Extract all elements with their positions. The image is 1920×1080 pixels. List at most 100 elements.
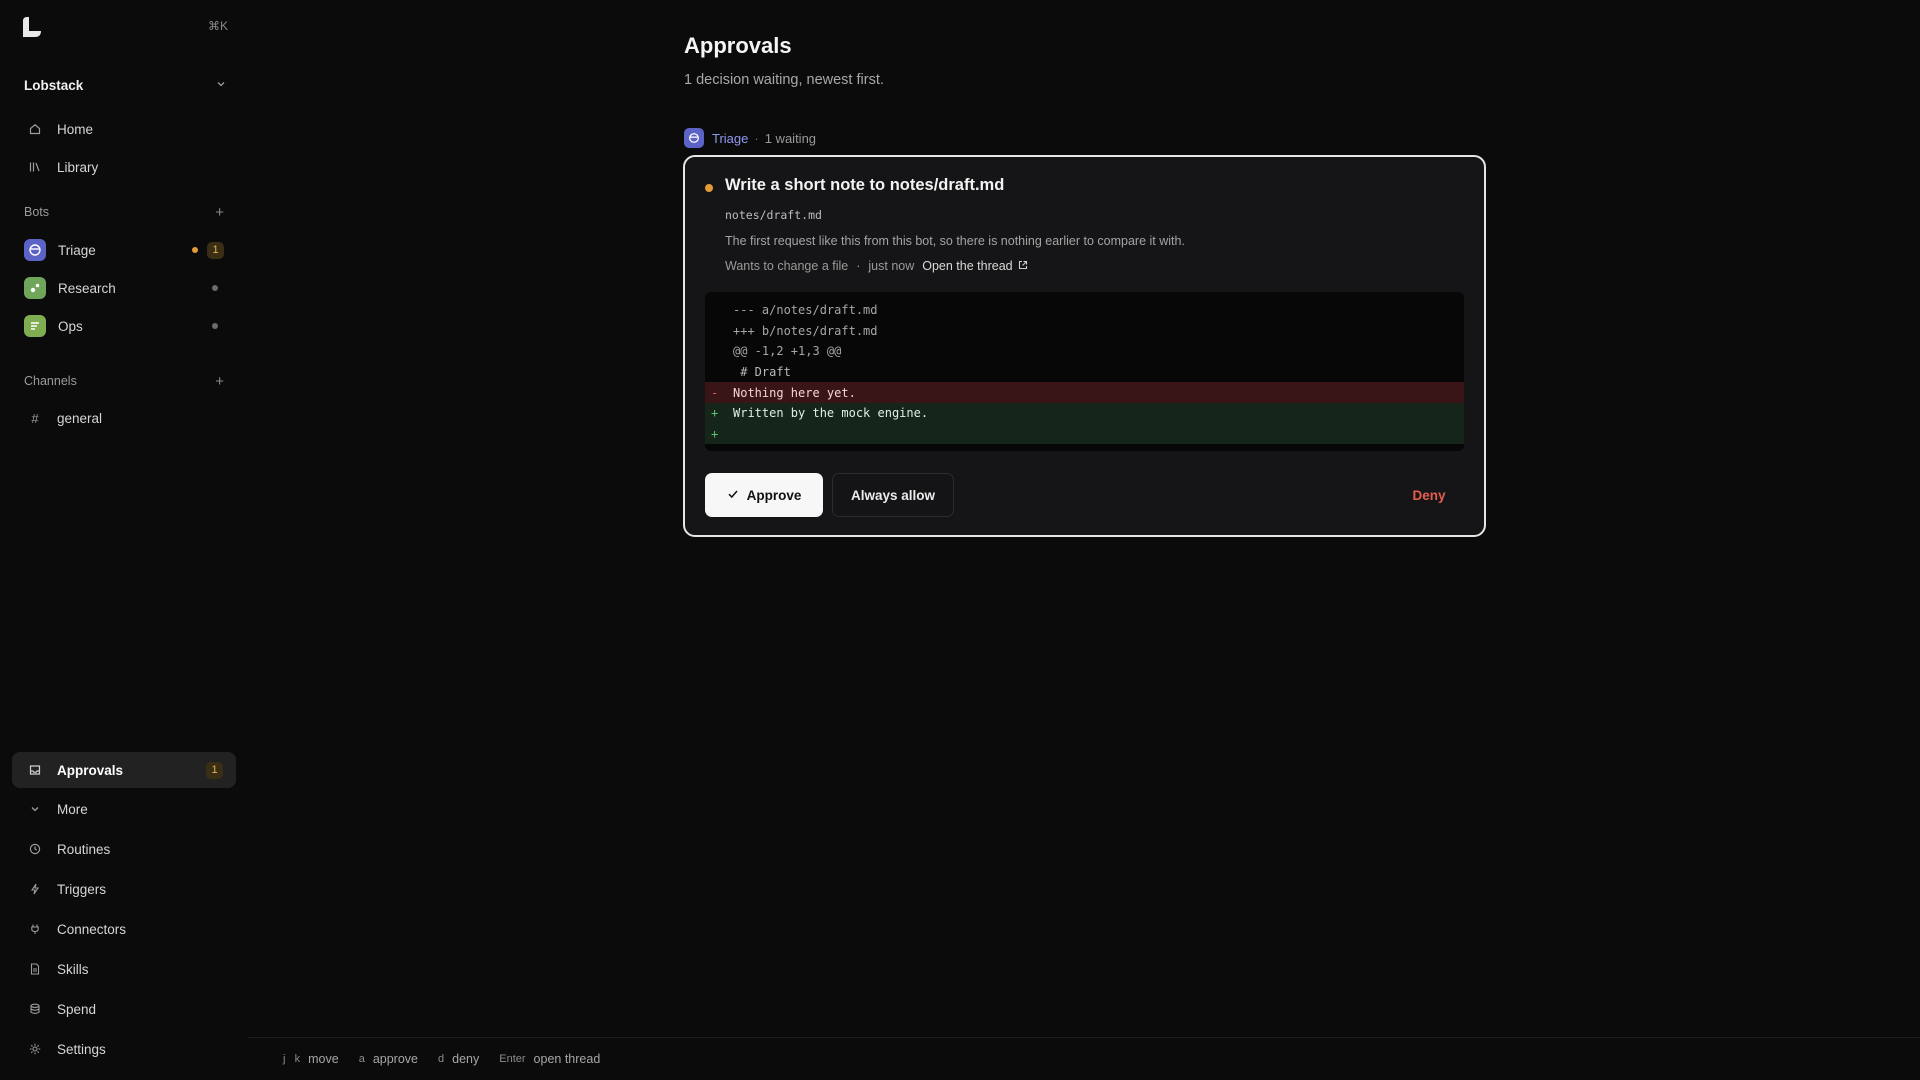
keyboard-hints-bar: j k move a approve d deny Enter open thr… — [248, 1037, 1920, 1080]
ops-avatar-icon — [24, 315, 46, 337]
open-thread-label: Open the thread — [922, 259, 1013, 273]
pending-count-badge: 1 — [207, 241, 224, 259]
sidebar-item-label: Library — [57, 159, 99, 175]
sidebar-item-skills[interactable]: Skills — [12, 953, 236, 985]
sidebar-item-home[interactable]: Home — [12, 113, 236, 145]
approval-description: The first request like this from this bo… — [725, 234, 1185, 248]
sidebar-item-label: Skills — [57, 961, 89, 977]
approval-meta: Wants to change a file · just now Open t… — [725, 259, 1028, 273]
hint-keys: a — [358, 1053, 365, 1065]
sidebar-item-spend[interactable]: Spend — [12, 993, 236, 1025]
app-logo-icon[interactable] — [20, 15, 44, 39]
hint-desc: deny — [452, 1052, 480, 1066]
approve-label: Approve — [746, 487, 802, 503]
approvals-count-badge: 1 — [206, 761, 223, 779]
gear-icon — [28, 1042, 42, 1056]
status-dot — [192, 247, 198, 253]
plug-icon — [28, 922, 42, 936]
sidebar-item-label: Routines — [57, 841, 111, 857]
diff-line-meta: --- a/notes/draft.md — [705, 300, 1464, 321]
database-icon — [28, 1002, 42, 1016]
sidebar-item-triggers[interactable]: Triggers — [12, 873, 236, 905]
diff-line-meta: +++ b/notes/draft.md — [705, 321, 1464, 342]
section-title: Bots — [24, 205, 50, 219]
channels-section-header: Channels + — [24, 372, 224, 390]
sidebar-more-toggle[interactable]: More — [12, 793, 236, 825]
timestamp: just now — [868, 259, 915, 273]
bots-section-header: Bots + — [24, 203, 224, 221]
sidebar-item-label: Research — [58, 280, 116, 296]
diff-line-context: # Draft — [705, 362, 1464, 383]
file-path: notes/draft.md — [725, 208, 822, 222]
document-icon — [28, 962, 42, 976]
hint-keys: Enter — [499, 1053, 526, 1065]
chevron-down-icon — [216, 79, 226, 92]
sidebar: ⌘K Lobstack Home Library Bots + Triage 1 — [0, 0, 248, 1080]
sidebar-item-label: Home — [57, 121, 94, 137]
diff-code: @@ -1,2 +1,3 @@ — [733, 344, 842, 359]
sidebar-item-bot-triage[interactable]: Triage 1 — [12, 234, 236, 266]
hint-desc: open thread — [533, 1052, 601, 1066]
diff-line-meta: @@ -1,2 +1,3 @@ — [705, 341, 1464, 362]
triage-avatar-icon — [24, 239, 46, 261]
hint-keys: j k — [283, 1053, 301, 1065]
workspace-switcher[interactable]: Lobstack — [24, 75, 226, 95]
add-channel-icon[interactable]: + — [215, 374, 224, 389]
sidebar-item-library[interactable]: Library — [12, 151, 236, 183]
status-dot — [212, 285, 218, 291]
triage-avatar-icon — [684, 128, 704, 148]
separator: · — [856, 259, 861, 273]
library-icon — [28, 160, 42, 174]
deny-button[interactable]: Deny — [1394, 473, 1464, 517]
clock-icon — [28, 842, 42, 856]
action-type: Wants to change a file — [725, 259, 849, 273]
diff-code: --- a/notes/draft.md — [733, 303, 878, 318]
status-dot — [212, 323, 218, 329]
hint-approve: a approve — [359, 1052, 418, 1066]
sidebar-item-label: More — [57, 801, 88, 817]
sidebar-item-settings[interactable]: Settings — [12, 1033, 236, 1065]
check-icon — [727, 488, 739, 503]
sidebar-item-label: Triggers — [57, 881, 107, 897]
always-allow-button[interactable]: Always allow — [832, 473, 954, 517]
hint-open-thread: Enter open thread — [499, 1052, 600, 1066]
diff-code: Written by the mock engine. — [733, 406, 929, 421]
sidebar-item-approvals[interactable]: Approvals 1 — [12, 752, 236, 788]
sidebar-item-label: Settings — [57, 1041, 106, 1057]
approval-card[interactable]: Write a short note to notes/draft.md not… — [683, 155, 1486, 537]
hint-desc: approve — [372, 1052, 419, 1066]
sidebar-item-bot-ops[interactable]: Ops — [12, 310, 236, 342]
hash-icon: # — [31, 410, 39, 426]
inbox-icon — [28, 763, 42, 777]
command-palette-shortcut[interactable]: ⌘K — [208, 19, 228, 33]
add-bot-icon[interactable]: + — [215, 205, 224, 220]
diff-gutter: + — [711, 426, 719, 441]
workspace-name: Lobstack — [24, 77, 84, 93]
diff-line-add: + — [705, 423, 1464, 445]
chevron-down-icon — [28, 802, 42, 816]
diff-gutter: + — [711, 406, 719, 421]
approval-group-header: Triage · 1 waiting — [684, 128, 816, 148]
section-title: Channels — [24, 374, 77, 388]
diff-view: --- a/notes/draft.md +++ b/notes/draft.md… — [705, 292, 1464, 451]
sidebar-item-label: Approvals — [57, 762, 124, 778]
diff-line-del: - Nothing here yet. — [705, 382, 1464, 403]
diff-code: Nothing here yet. — [733, 385, 856, 400]
diff-gutter: - — [711, 385, 719, 400]
page-title: Approvals — [684, 33, 792, 58]
approval-title: Write a short note to notes/draft.md — [725, 176, 1005, 194]
page-subtitle: 1 decision waiting, newest first. — [684, 72, 884, 88]
sidebar-item-label: general — [57, 410, 103, 426]
pending-status-dot — [705, 184, 713, 192]
sidebar-item-routines[interactable]: Routines — [12, 833, 236, 865]
group-bot-name[interactable]: Triage — [712, 131, 748, 146]
bolt-icon — [28, 882, 42, 896]
hint-desc: move — [308, 1052, 339, 1066]
sidebar-item-bot-research[interactable]: Research — [12, 272, 236, 304]
diff-code: +++ b/notes/draft.md — [733, 323, 878, 338]
sidebar-item-channel-general[interactable]: # general — [12, 402, 236, 434]
open-thread-link[interactable]: Open the thread — [922, 259, 1027, 273]
sidebar-item-connectors[interactable]: Connectors — [12, 913, 236, 945]
approve-button[interactable]: Approve — [705, 473, 823, 517]
external-link-icon — [1018, 259, 1028, 273]
